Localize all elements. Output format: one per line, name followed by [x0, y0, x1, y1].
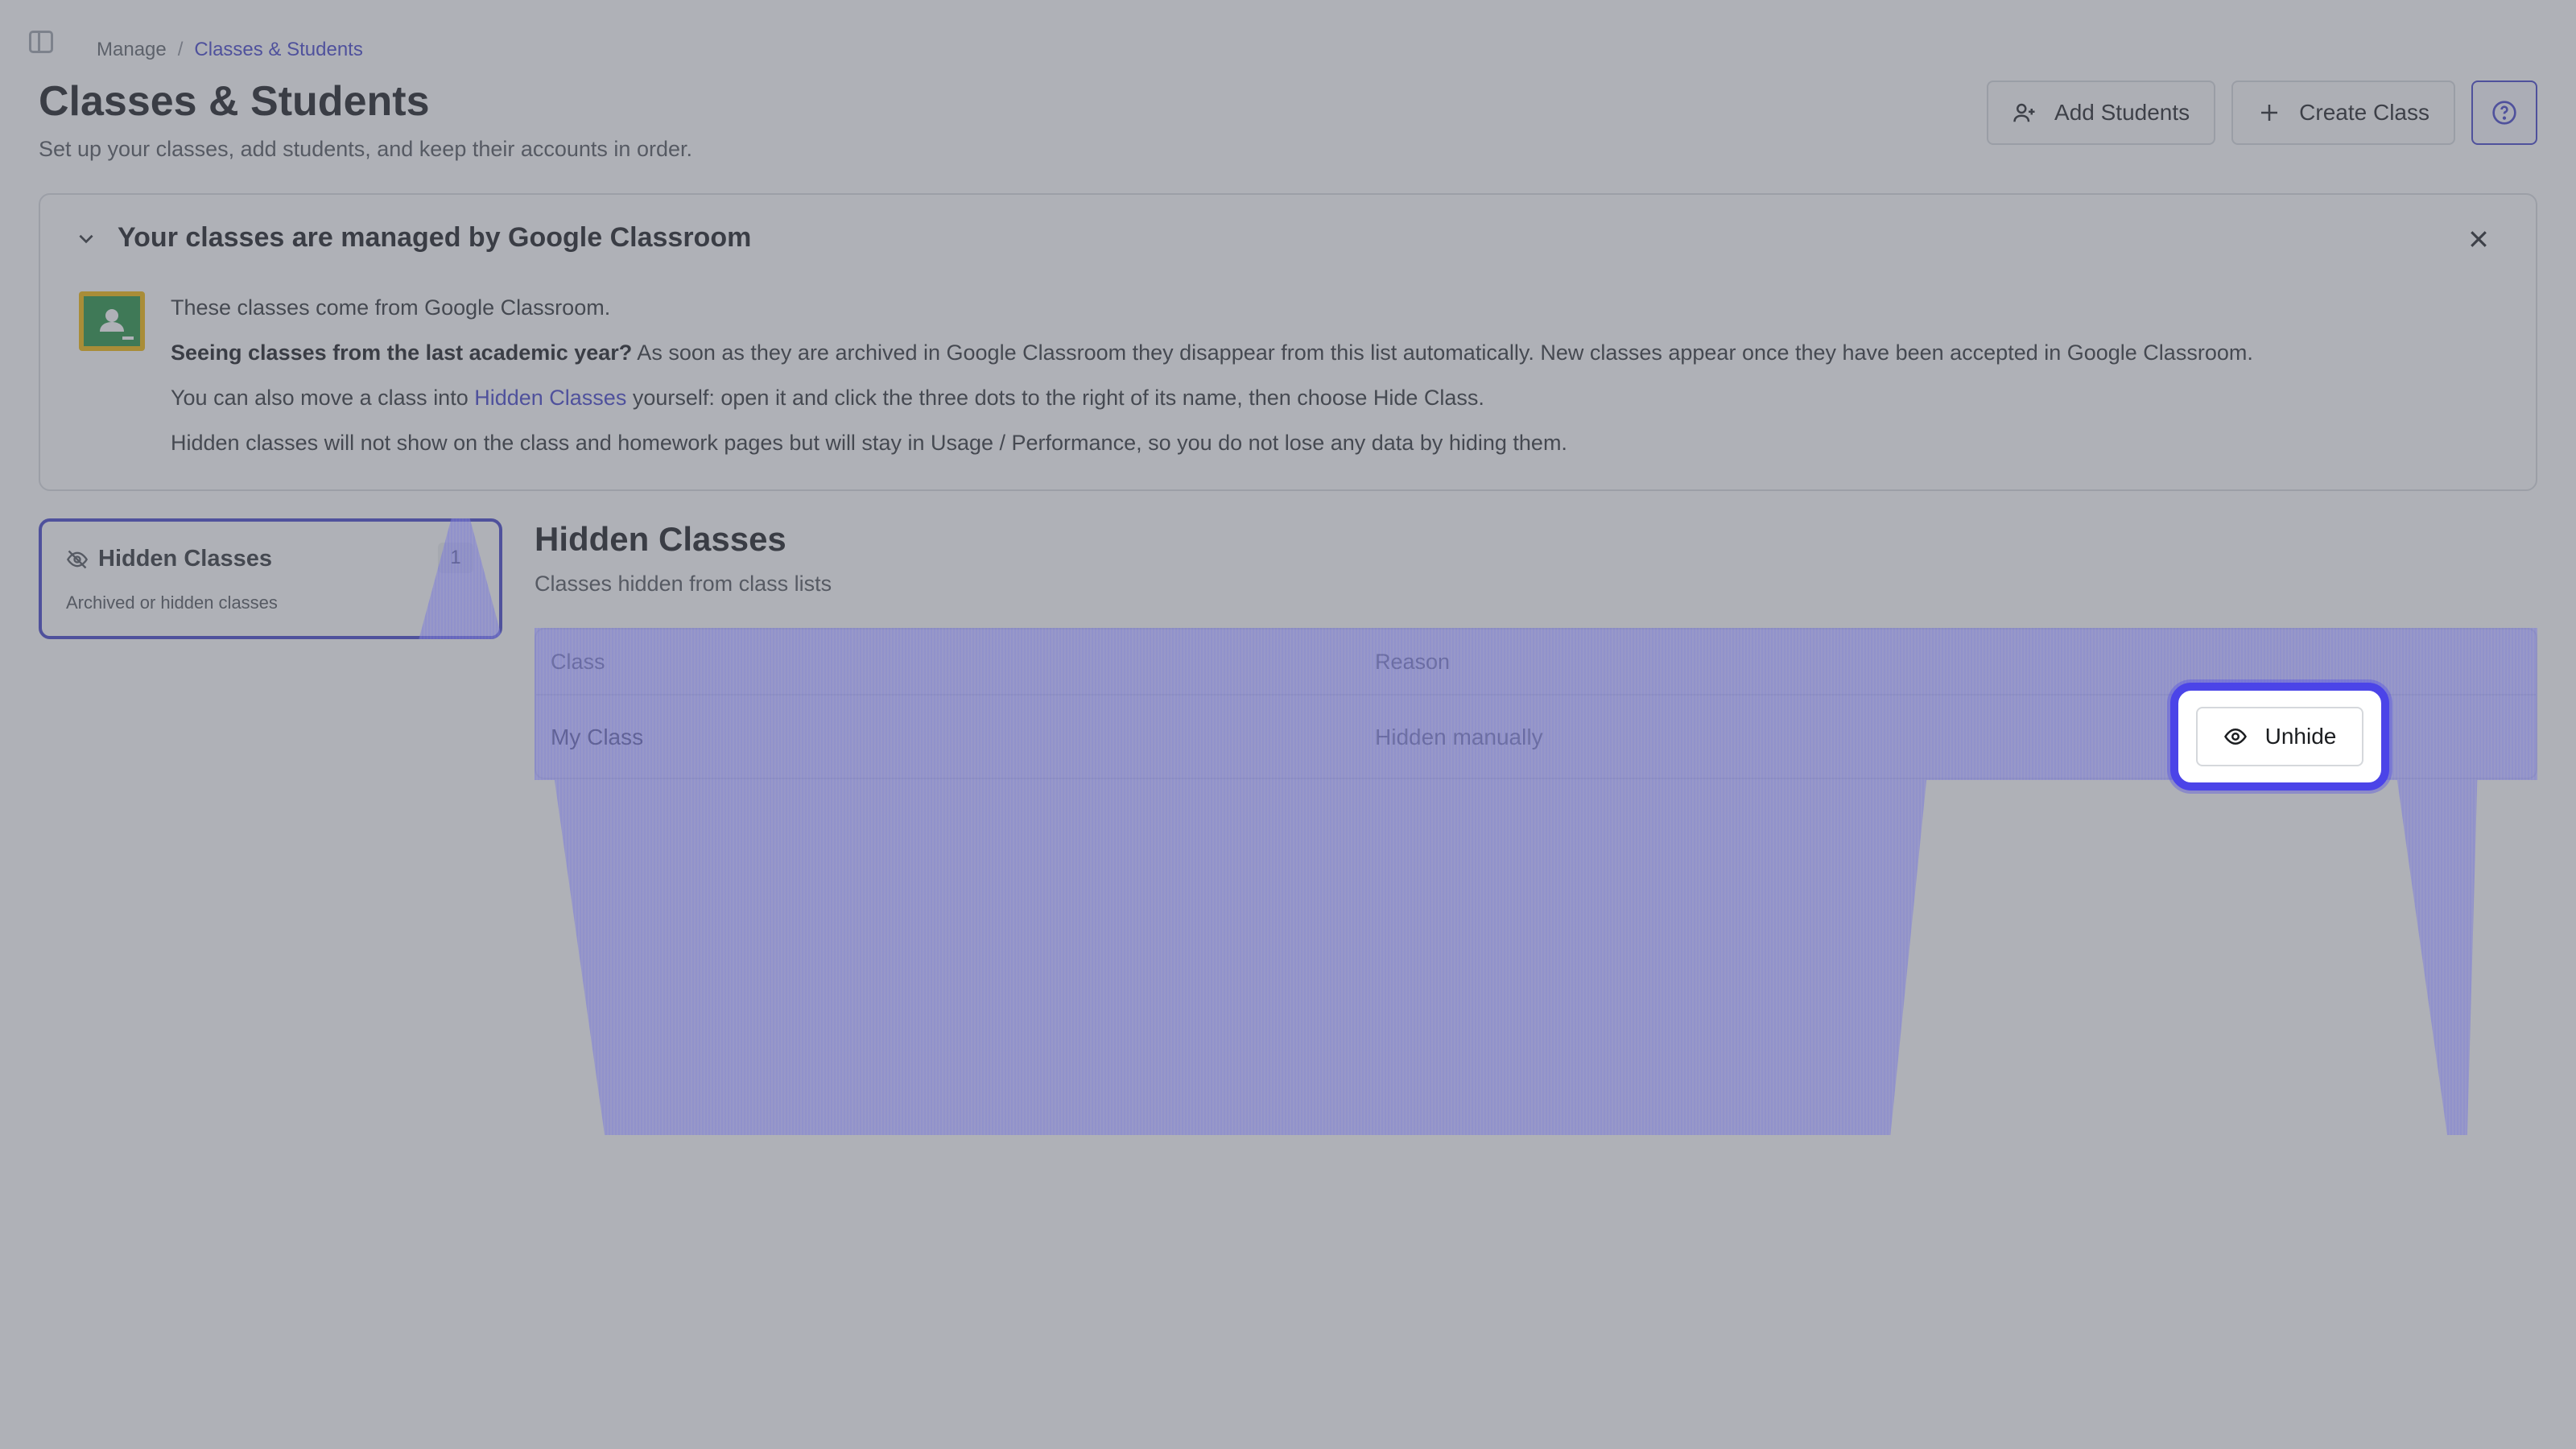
close-icon[interactable]	[2467, 227, 2491, 251]
unhide-label: Unhide	[2264, 724, 2337, 749]
banner-line-2-bold: Seeing classes from the last academic ye…	[171, 341, 633, 365]
help-button[interactable]	[2471, 80, 2537, 145]
reason-cell: Hidden manually	[1375, 724, 1543, 749]
eye-icon	[2223, 728, 2247, 745]
section-title: Hidden Classes	[535, 520, 786, 558]
add-students-button[interactable]: Add Students	[1987, 80, 2216, 145]
header-actions: Add Students Create Class	[1987, 80, 2537, 145]
google-classroom-logo	[79, 291, 145, 351]
breadcrumb-separator: /	[177, 39, 184, 60]
add-students-label: Add Students	[2054, 100, 2190, 125]
banner-body: These classes come from Google Classroom…	[171, 285, 2253, 465]
create-class-label: Create Class	[2299, 100, 2429, 125]
page-title: Classes & Students	[39, 78, 430, 125]
banner-line-1: These classes come from Google Classroom…	[171, 295, 611, 320]
user-plus-icon	[2013, 103, 2035, 122]
banner-line-3-pre: You can also move a class into	[171, 386, 475, 410]
banner-line-2-rest: As soon as they are archived in Google C…	[632, 341, 2253, 365]
eye-off-icon	[66, 550, 89, 568]
chevron-down-icon[interactable]	[76, 228, 97, 249]
class-cell: My Class	[551, 724, 644, 749]
sidebar-toggle-icon[interactable]	[29, 31, 53, 53]
hidden-classes-link[interactable]: Hidden Classes	[474, 386, 626, 410]
hidden-classes-card-title: Hidden Classes	[66, 546, 272, 572]
unhide-button[interactable]: Unhide	[2196, 707, 2363, 766]
create-class-button[interactable]: Create Class	[2231, 80, 2455, 145]
banner-title: Your classes are managed by Google Class…	[118, 222, 752, 253]
column-header-class: Class	[551, 649, 605, 674]
help-circle-icon	[2492, 101, 2516, 125]
hidden-classes-card-subtitle: Archived or hidden classes	[66, 592, 278, 613]
hidden-classes-card[interactable]: Hidden Classes Archived or hidden classe…	[39, 518, 502, 639]
google-classroom-banner: Your classes are managed by Google Class…	[39, 193, 2537, 491]
section-subtitle: Classes hidden from class lists	[535, 572, 832, 596]
plus-icon	[2261, 105, 2278, 121]
page-subtitle: Set up your classes, add students, and k…	[39, 137, 692, 161]
hidden-classes-card-label: Hidden Classes	[98, 546, 272, 572]
banner-line-3-post: yourself: open it and click the three do…	[626, 386, 1484, 410]
column-header-reason: Reason	[1375, 649, 1451, 674]
breadcrumb-manage[interactable]: Manage	[97, 39, 167, 61]
count-badge: 1	[438, 543, 473, 573]
banner-line-3: You can also move a class into Hidden Cl…	[171, 375, 2253, 420]
banner-line-2: Seeing classes from the last academic ye…	[171, 330, 2253, 375]
breadcrumb-current: Classes & Students	[194, 39, 363, 60]
page: Manage / Classes & Students Classes & St…	[0, 0, 2576, 1449]
banner-header[interactable]: Your classes are managed by Google Class…	[76, 222, 751, 254]
banner-line-4: Hidden classes will not show on the clas…	[171, 431, 1567, 455]
breadcrumb: Manage / Classes & Students	[97, 39, 363, 61]
